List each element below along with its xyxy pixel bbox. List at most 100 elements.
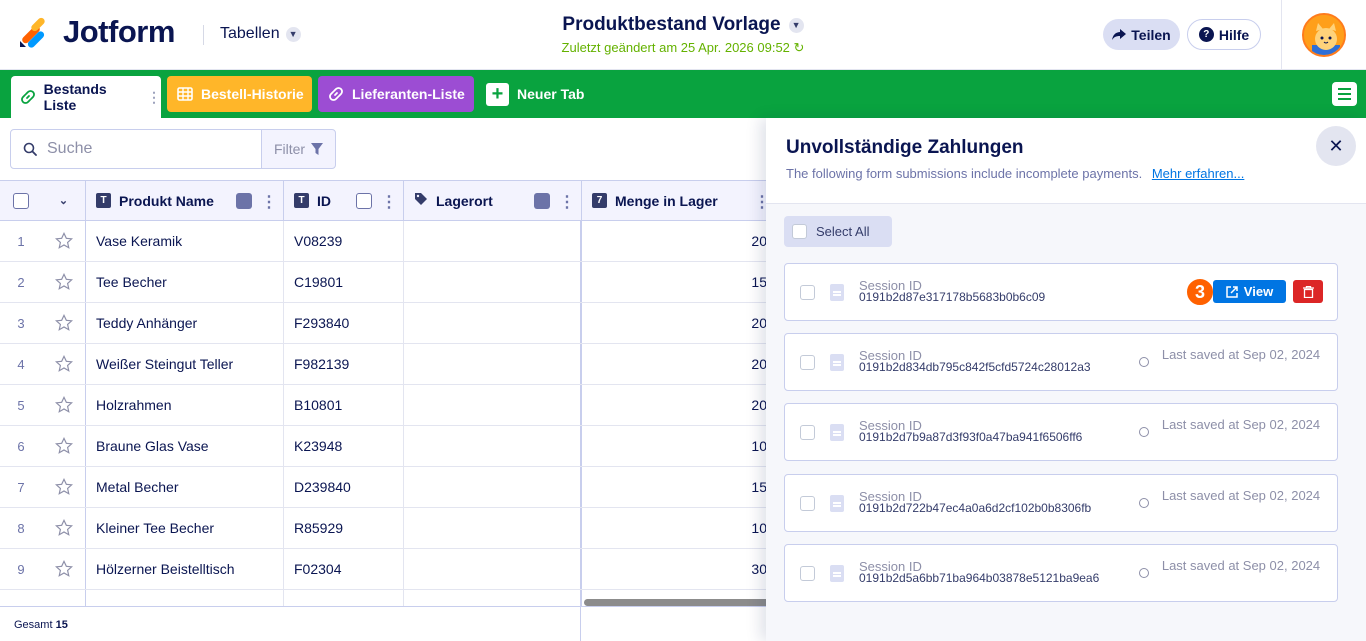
cell-produkt-name[interactable]: Metal Becher <box>86 467 284 507</box>
cell-id[interactable]: F982139 <box>284 344 404 384</box>
cell-lagerort[interactable] <box>404 303 582 343</box>
star-icon[interactable] <box>42 262 86 302</box>
hamburger-menu-button[interactable] <box>1332 82 1357 106</box>
share-button[interactable]: Teilen <box>1103 19 1180 50</box>
cell-lagerort[interactable] <box>404 262 582 302</box>
cell-id[interactable]: V08239 <box>284 221 404 261</box>
cell-lagerort[interactable] <box>404 549 582 589</box>
delete-button[interactable] <box>1293 280 1323 303</box>
column-menu-icon[interactable]: ⋮ <box>381 192 397 212</box>
tab-bestands-liste[interactable]: Bestands Liste ⋮ <box>11 76 161 118</box>
learn-more-link[interactable]: Mehr erfahren... <box>1152 166 1245 181</box>
cell-menge[interactable]: 20 <box>582 303 770 343</box>
cell-menge[interactable]: 10 <box>582 508 770 548</box>
table-row[interactable]: 4 Weißer Steingut Teller F982139 20 <box>0 344 770 385</box>
cell-produkt-name[interactable]: Vase Keramik <box>86 221 284 261</box>
table-row[interactable]: 2 Tee Becher C19801 15 <box>0 262 770 303</box>
star-icon[interactable] <box>42 467 86 507</box>
star-icon[interactable] <box>42 344 86 384</box>
session-item: Session ID 0191b2d834db795c842f5cfd5724c… <box>784 333 1338 391</box>
cell-id[interactable]: D239840 <box>284 467 404 507</box>
chevron-down-icon[interactable]: ⌄ <box>59 194 68 207</box>
star-icon[interactable] <box>42 549 86 589</box>
star-icon[interactable] <box>42 426 86 466</box>
select-all-checkbox[interactable] <box>792 224 807 239</box>
star-icon[interactable] <box>42 385 86 425</box>
resize-icon[interactable] <box>356 193 372 209</box>
cell-produkt-name[interactable]: Braune Glas Vase <box>86 426 284 466</box>
cell-lagerort[interactable] <box>404 344 582 384</box>
select-all-rows-cell[interactable] <box>0 181 42 220</box>
session-checkbox[interactable] <box>800 496 815 511</box>
table-row[interactable]: 9 Hölzerner Beistelltisch F02304 30 <box>0 549 770 590</box>
tab-lieferanten-liste[interactable]: Lieferanten-Liste <box>318 76 474 112</box>
session-checkbox[interactable] <box>800 355 815 370</box>
cell-produkt-name[interactable]: Kleiner Tee Becher <box>86 508 284 548</box>
cell-menge[interactable]: 20 <box>582 385 770 425</box>
star-icon[interactable] <box>42 508 86 548</box>
pin-icon[interactable] <box>534 193 550 209</box>
search-input[interactable] <box>47 140 237 158</box>
cell-menge[interactable]: 20 <box>582 221 770 261</box>
column-header-produkt-name[interactable]: T Produkt Name ⋮ <box>86 181 284 220</box>
cell-menge[interactable]: 15 <box>582 467 770 507</box>
cell-id[interactable]: F293840 <box>284 303 404 343</box>
horizontal-scrollbar[interactable] <box>584 599 770 606</box>
table-row[interactable]: 7 Metal Becher D239840 15 <box>0 467 770 508</box>
view-button[interactable]: View <box>1213 280 1286 303</box>
pin-icon[interactable] <box>236 193 252 209</box>
cell-menge[interactable]: 10 <box>582 426 770 466</box>
table-row[interactable]: 3 Teddy Anhänger F293840 20 <box>0 303 770 344</box>
cell-id[interactable]: B10801 <box>284 385 404 425</box>
cell-lagerort[interactable] <box>404 385 582 425</box>
table-row[interactable]: 8 Kleiner Tee Becher R85929 10 <box>0 508 770 549</box>
cell-produkt-name[interactable]: Weißer Steingut Teller <box>86 344 284 384</box>
cell-id[interactable]: R85929 <box>284 508 404 548</box>
cell-produkt-name[interactable]: Teddy Anhänger <box>86 303 284 343</box>
table-row[interactable]: 1 Vase Keramik V08239 20 <box>0 221 770 262</box>
cell-id[interactable]: F02304 <box>284 549 404 589</box>
search-box[interactable] <box>10 129 262 169</box>
grid-header-row: ⌄ T Produkt Name ⋮ T ID ⋮ Lagerort ⋮ 7 M… <box>0 180 770 221</box>
session-id: 0191b2d7b9a87d3f93f0a47ba941f6506ff6 <box>859 430 1083 444</box>
select-all-rows-checkbox[interactable] <box>13 192 29 209</box>
cell-menge[interactable]: 20 <box>582 344 770 384</box>
table-row[interactable]: 5 Holzrahmen B10801 20 <box>0 385 770 426</box>
document-title[interactable]: Produktbestand Vorlage ▼ <box>562 14 804 36</box>
star-icon[interactable] <box>42 221 86 261</box>
search-icon <box>23 142 37 156</box>
column-menu-icon[interactable]: ⋮ <box>559 192 575 212</box>
session-checkbox[interactable] <box>800 425 815 440</box>
session-checkbox[interactable] <box>800 285 815 300</box>
cell-lagerort[interactable] <box>404 221 582 261</box>
row-options-cell[interactable]: ⌄ <box>42 181 86 220</box>
cell-menge[interactable]: 15 <box>582 262 770 302</box>
cell-lagerort[interactable] <box>404 508 582 548</box>
number-type-icon: 7 <box>592 193 607 208</box>
cell-menge[interactable]: 30 <box>582 549 770 589</box>
help-button[interactable]: ? Hilfe <box>1187 19 1261 50</box>
session-checkbox[interactable] <box>800 566 815 581</box>
close-panel-button[interactable]: ✕ <box>1316 126 1356 166</box>
column-menu-icon[interactable]: ⋮ <box>261 192 277 212</box>
select-all-button[interactable]: Select All <box>784 216 892 247</box>
tab-options-icon[interactable]: ⋮ <box>147 89 161 106</box>
column-header-menge-in-lager[interactable]: 7 Menge in Lager ⋮ <box>582 181 770 220</box>
chevron-down-icon[interactable]: ▼ <box>788 17 804 33</box>
column-header-id[interactable]: T ID ⋮ <box>284 181 404 220</box>
cell-id[interactable]: C19801 <box>284 262 404 302</box>
star-icon[interactable] <box>42 303 86 343</box>
user-avatar[interactable] <box>1302 13 1346 57</box>
cell-id[interactable]: K23948 <box>284 426 404 466</box>
column-header-lagerort[interactable]: Lagerort ⋮ <box>404 181 582 220</box>
cell-lagerort[interactable] <box>404 467 582 507</box>
tab-bestell-historie[interactable]: Bestell-Historie <box>167 76 312 112</box>
table-row[interactable]: 6 Braune Glas Vase K23948 10 <box>0 426 770 467</box>
cell-produkt-name[interactable]: Tee Becher <box>86 262 284 302</box>
new-tab-button[interactable]: + Neuer Tab <box>476 76 596 112</box>
cell-produkt-name[interactable]: Hölzerner Beistelltisch <box>86 549 284 589</box>
cell-produkt-name[interactable]: Holzrahmen <box>86 385 284 425</box>
filter-button[interactable]: Filter <box>261 129 336 169</box>
menu-line <box>1338 98 1351 100</box>
cell-lagerort[interactable] <box>404 426 582 466</box>
